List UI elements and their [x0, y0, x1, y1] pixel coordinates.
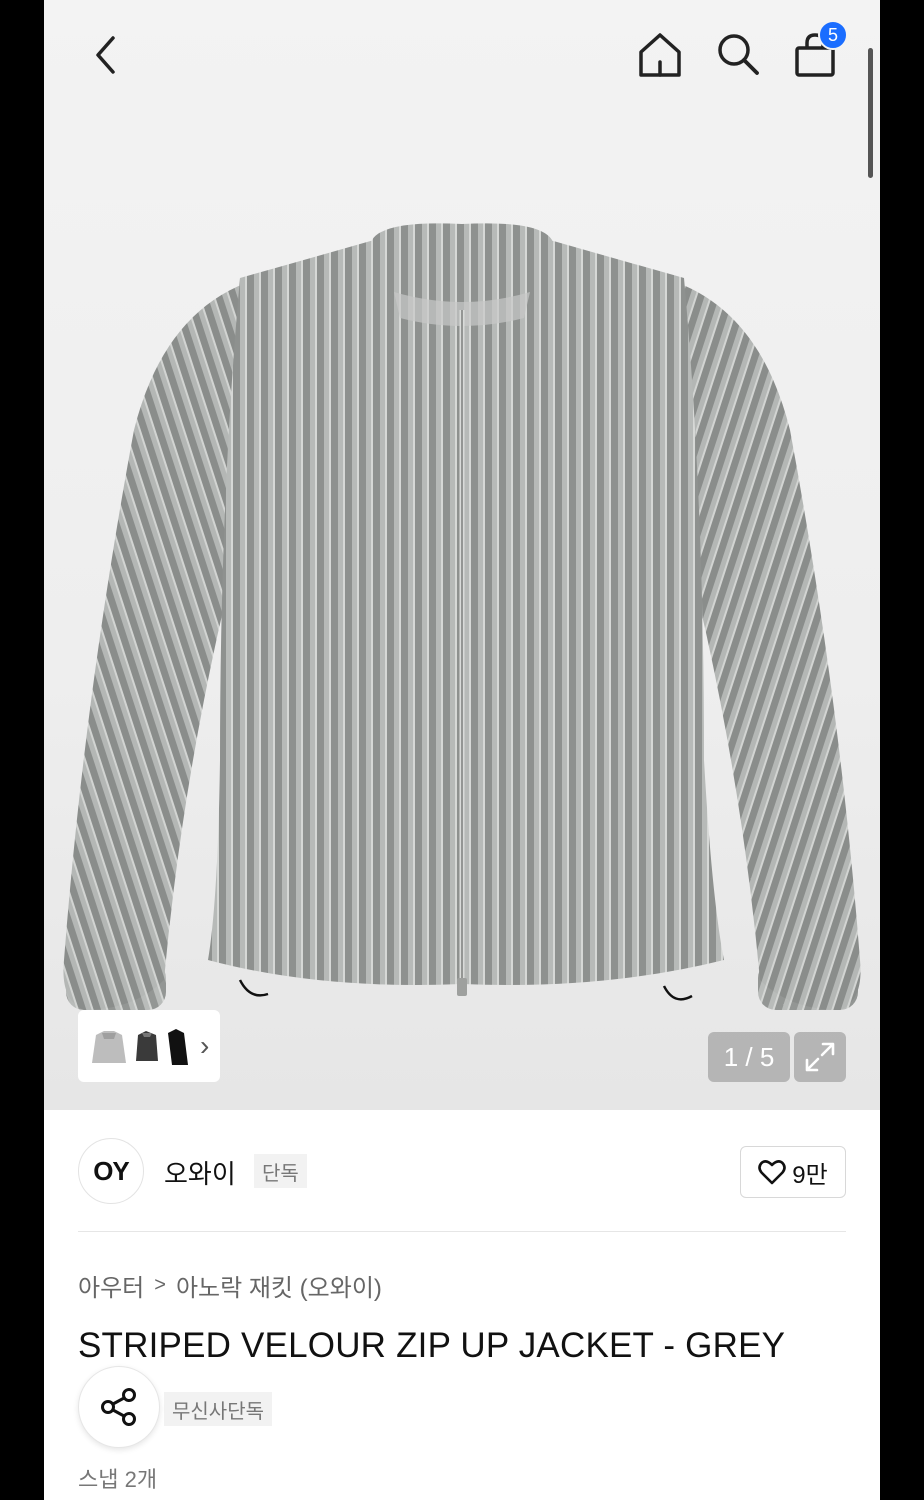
breadcrumb-category[interactable]: 아우터 [78, 1268, 144, 1303]
like-button[interactable]: 9만 [740, 1146, 846, 1198]
like-count: 9만 [792, 1161, 828, 1189]
snap-count[interactable]: 스냅 2개 [78, 1462, 157, 1494]
share-button[interactable] [78, 1366, 160, 1448]
breadcrumb: 아우터 > 아노락 재킷 (오와이) [78, 1268, 382, 1303]
breadcrumb-separator: > [154, 1274, 166, 1296]
search-button[interactable] [712, 28, 764, 80]
share-icon [101, 1388, 136, 1426]
thumbnail-more-chevron[interactable]: › [200, 1030, 209, 1062]
scrollbar[interactable] [868, 48, 873, 178]
home-icon [639, 33, 681, 77]
cart-count-badge: 5 [818, 20, 848, 50]
product-title: STRIPED VELOUR ZIP UP JACKET - GREY [78, 1326, 786, 1365]
section-divider [78, 1231, 846, 1232]
image-counter: 1 / 5 [708, 1032, 790, 1082]
black-jacket-thumbnail[interactable] [164, 1025, 190, 1067]
search-icon [718, 34, 759, 75]
brand-exclusive-tag: 단독 [254, 1154, 307, 1188]
heart-icon [758, 1160, 787, 1185]
color-variant-thumbnails[interactable]: › [78, 1010, 220, 1082]
cart-button[interactable]: 5 [790, 20, 848, 80]
top-navigation-bar: 5 [44, 0, 880, 110]
grey-jacket-thumbnail[interactable] [88, 1025, 130, 1067]
breadcrumb-subcategory[interactable]: 아노락 재킷 (오와이) [176, 1268, 382, 1303]
brand-logo[interactable]: OY [78, 1138, 144, 1204]
expand-icon [805, 1042, 835, 1072]
brand-row: OY 오와이 단독 9만 [78, 1136, 846, 1206]
chevron-left-icon [96, 36, 115, 74]
musinsa-exclusive-tag: 무신사단독 [164, 1392, 272, 1426]
product-screen: 5 › 1 / 5 OY 오와이 단독 9만 아우터 > 아노락 재킷 (오와이… [44, 0, 880, 1500]
charcoal-jacket-thumbnail[interactable] [134, 1025, 160, 1067]
back-button[interactable] [86, 30, 126, 80]
home-button[interactable] [634, 28, 686, 80]
product-image-gallery[interactable]: 5 › 1 / 5 [44, 0, 880, 1110]
brand-name[interactable]: 오와이 [164, 1154, 236, 1191]
product-image [63, 223, 861, 1010]
expand-image-button[interactable] [794, 1032, 846, 1082]
